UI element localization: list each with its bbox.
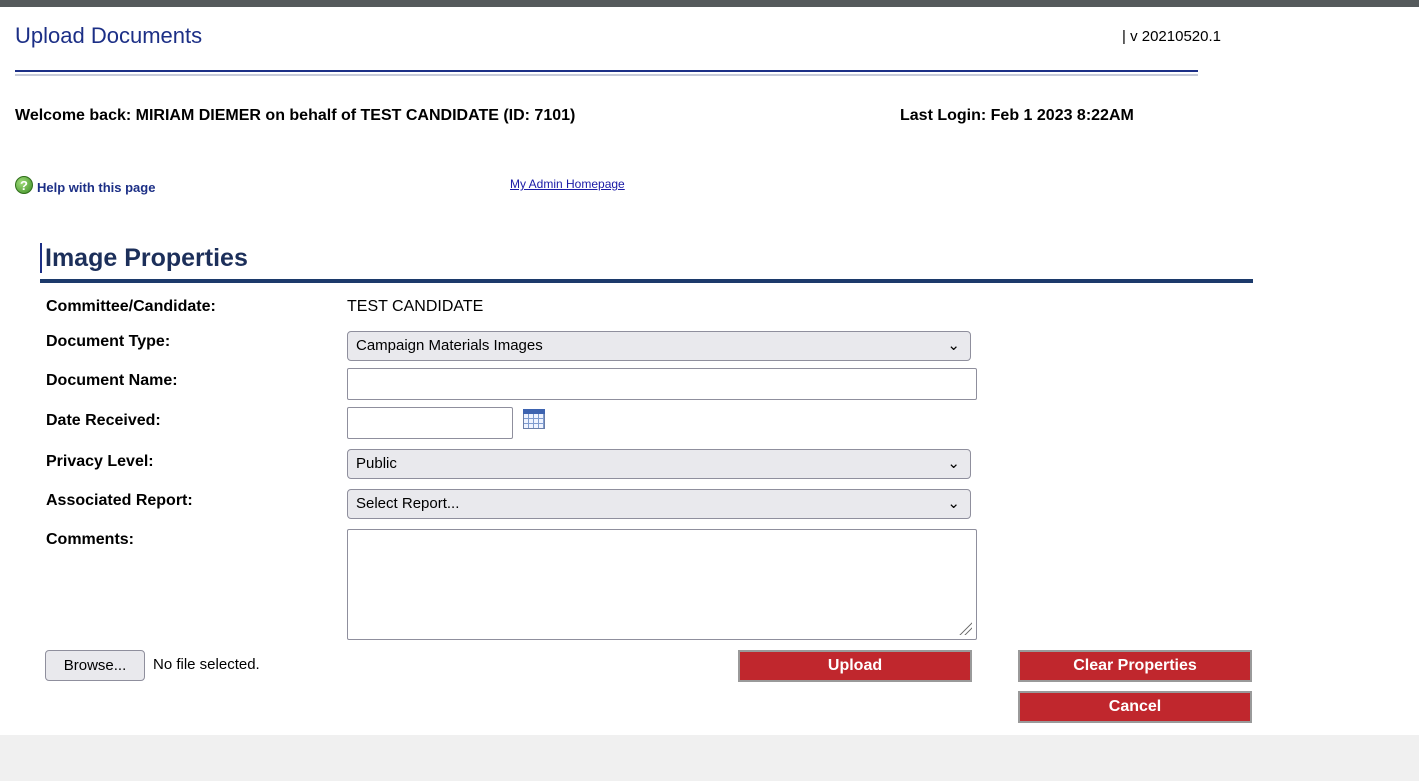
- chevron-down-icon: ⌄: [947, 495, 960, 512]
- date-received-label: Date Received:: [46, 412, 161, 429]
- date-received-input[interactable]: [347, 407, 513, 439]
- page-title: Upload Documents: [15, 23, 203, 48]
- privacy-level-select[interactable]: Public ⌄: [347, 449, 971, 479]
- privacy-level-label: Privacy Level:: [46, 453, 154, 470]
- comments-textarea[interactable]: [347, 529, 977, 640]
- help-label[interactable]: Help with this page: [37, 180, 155, 195]
- help-link[interactable]: ? Help with this page: [15, 174, 155, 195]
- associated-report-value: Select Report...: [356, 495, 460, 512]
- calendar-icon[interactable]: [523, 409, 545, 429]
- file-status: No file selected.: [153, 656, 260, 673]
- clear-properties-button[interactable]: Clear Properties: [1018, 650, 1252, 682]
- document-type-label: Document Type:: [46, 333, 171, 350]
- section-divider: [40, 279, 1253, 283]
- privacy-level-value: Public: [356, 455, 397, 472]
- title-divider: [15, 70, 1198, 72]
- chevron-down-icon: ⌄: [947, 455, 960, 472]
- associated-report-label: Associated Report:: [46, 492, 193, 509]
- document-type-value: Campaign Materials Images: [356, 337, 543, 354]
- last-login: Last Login: Feb 1 2023 8:22AM: [900, 107, 1134, 124]
- associated-report-select[interactable]: Select Report... ⌄: [347, 489, 971, 519]
- upload-button[interactable]: Upload: [738, 650, 972, 682]
- resize-grip-icon[interactable]: [958, 621, 972, 635]
- welcome-message: Welcome back: MIRIAM DIEMER on behalf of…: [15, 107, 576, 124]
- document-type-select[interactable]: Campaign Materials Images ⌄: [347, 331, 971, 361]
- cancel-button[interactable]: Cancel: [1018, 691, 1252, 723]
- committee-label: Committee/Candidate:: [46, 298, 216, 315]
- help-icon[interactable]: ?: [15, 175, 33, 194]
- document-name-label: Document Name:: [46, 372, 178, 389]
- section-title: Image Properties: [40, 243, 248, 273]
- admin-homepage-link[interactable]: My Admin Homepage: [510, 177, 625, 191]
- version-label: | v 20210520.1: [1122, 28, 1221, 45]
- top-bar: [0, 0, 1419, 7]
- comments-label: Comments:: [46, 531, 135, 548]
- chevron-down-icon: ⌄: [947, 337, 960, 354]
- committee-value: TEST CANDIDATE: [347, 298, 484, 315]
- browse-button[interactable]: Browse...: [45, 650, 145, 681]
- footer-bar: [0, 735, 1419, 781]
- document-name-input[interactable]: [347, 368, 977, 400]
